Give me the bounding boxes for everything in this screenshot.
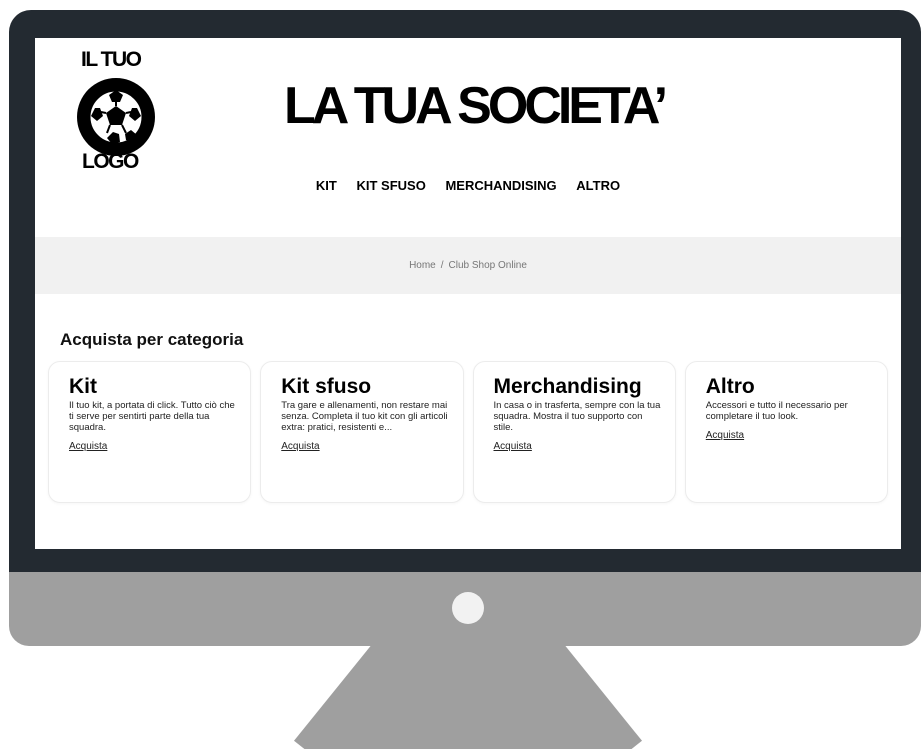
card-shop-link[interactable]: Acquista [69, 441, 107, 452]
main-nav: KIT KIT SFUSO MERCHANDISING ALTRO [35, 178, 901, 193]
breadcrumb: Home / Club Shop Online [35, 260, 901, 271]
logo-top-text: IL TUO [81, 48, 142, 71]
card-title: Kit [69, 375, 97, 398]
breadcrumb-current: Club Shop Online [448, 260, 527, 271]
card-title: Kit sfuso [281, 375, 372, 398]
nav-item-altro[interactable]: ALTRO [576, 178, 620, 193]
card-title: Merchandising [493, 375, 642, 398]
card-description: Tra gare e allenamenti, non restare mai … [281, 400, 448, 433]
nav-item-kit[interactable]: KIT [316, 178, 337, 193]
category-card-kit-sfuso[interactable]: Kit sfuso Tra gare e allenamenti, non re… [260, 361, 464, 503]
card-title: Altro [705, 375, 755, 398]
card-description: Il tuo kit, a portata di click. Tutto ci… [69, 400, 235, 433]
card-shop-link[interactable]: Acquista [706, 430, 744, 441]
monitor-stand [294, 646, 642, 749]
categories-title: Acquista per categoria [60, 330, 244, 349]
nav-item-kit-sfuso[interactable]: KIT SFUSO [356, 178, 425, 193]
category-cards: Kit Il tuo kit, a portata di click. Tutt… [48, 361, 888, 503]
category-card-merchandising[interactable]: Merchandising In casa o in trasferta, se… [472, 361, 676, 503]
breadcrumb-separator: / [440, 260, 444, 271]
card-shop-link[interactable]: Acquista [494, 441, 532, 452]
website-screen: IL TUO LOGO LA TUA SOCIETA’ KIT KIT SFUS… [35, 38, 901, 549]
logo-bottom-text: LOGO [82, 150, 139, 173]
card-description: Accessori e tutto il necessario per comp… [705, 400, 848, 422]
breadcrumb-home[interactable]: Home [409, 260, 436, 271]
card-description: In casa o in trasferta, sempre con la tu… [493, 400, 661, 433]
brand-title: LA TUA SOCIETA’ [283, 77, 668, 135]
breadcrumb-band: Home / Club Shop Online [35, 237, 901, 294]
category-card-altro[interactable]: Altro Accessori e tutto il necessario pe… [684, 361, 888, 503]
power-button [452, 592, 484, 624]
category-card-kit[interactable]: Kit Il tuo kit, a portata di click. Tutt… [48, 361, 252, 503]
card-shop-link[interactable]: Acquista [281, 441, 319, 452]
nav-item-merchandising[interactable]: MERCHANDISING [445, 178, 556, 193]
